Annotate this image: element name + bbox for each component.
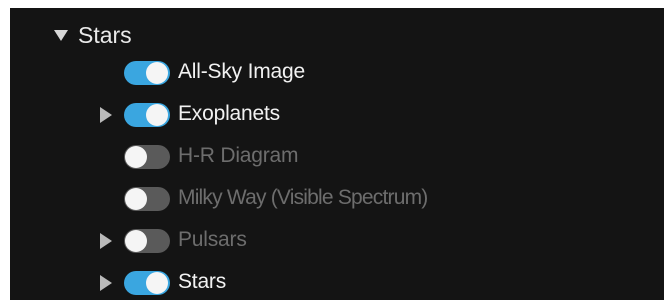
layer-toggle[interactable] <box>124 61 170 85</box>
layers-panel: Stars All-Sky Image Exoplanets H-R Diagr… <box>0 0 670 304</box>
toggle-knob <box>125 230 147 252</box>
toggle-knob <box>125 188 147 210</box>
toggle-knob <box>125 146 147 168</box>
layer-label: Pulsars <box>178 228 247 251</box>
layer-label: H-R Diagram <box>178 144 299 167</box>
layer-label: Exoplanets <box>178 102 280 125</box>
layer-label: All-Sky Image <box>178 60 305 83</box>
layer-toggle[interactable] <box>124 103 170 127</box>
layer-toggle[interactable] <box>124 229 170 253</box>
toggle-knob <box>146 62 168 84</box>
triangle-right-icon[interactable] <box>100 275 112 291</box>
layer-label: Stars <box>178 270 227 293</box>
toggle-knob <box>146 104 168 126</box>
triangle-right-icon[interactable] <box>100 107 112 123</box>
layer-label: Milky Way (Visible Spectrum) <box>178 186 428 209</box>
layer-toggle[interactable] <box>124 145 170 169</box>
layer-toggle[interactable] <box>124 187 170 211</box>
triangle-down-icon[interactable] <box>54 29 68 41</box>
layer-toggle[interactable] <box>124 271 170 295</box>
group-title: Stars <box>78 21 132 48</box>
group-header-stars[interactable]: Stars <box>54 18 132 52</box>
toggle-knob <box>146 272 168 294</box>
layers-tree: Stars All-Sky Image Exoplanets H-R Diagr… <box>10 8 664 300</box>
triangle-right-icon[interactable] <box>100 233 112 249</box>
